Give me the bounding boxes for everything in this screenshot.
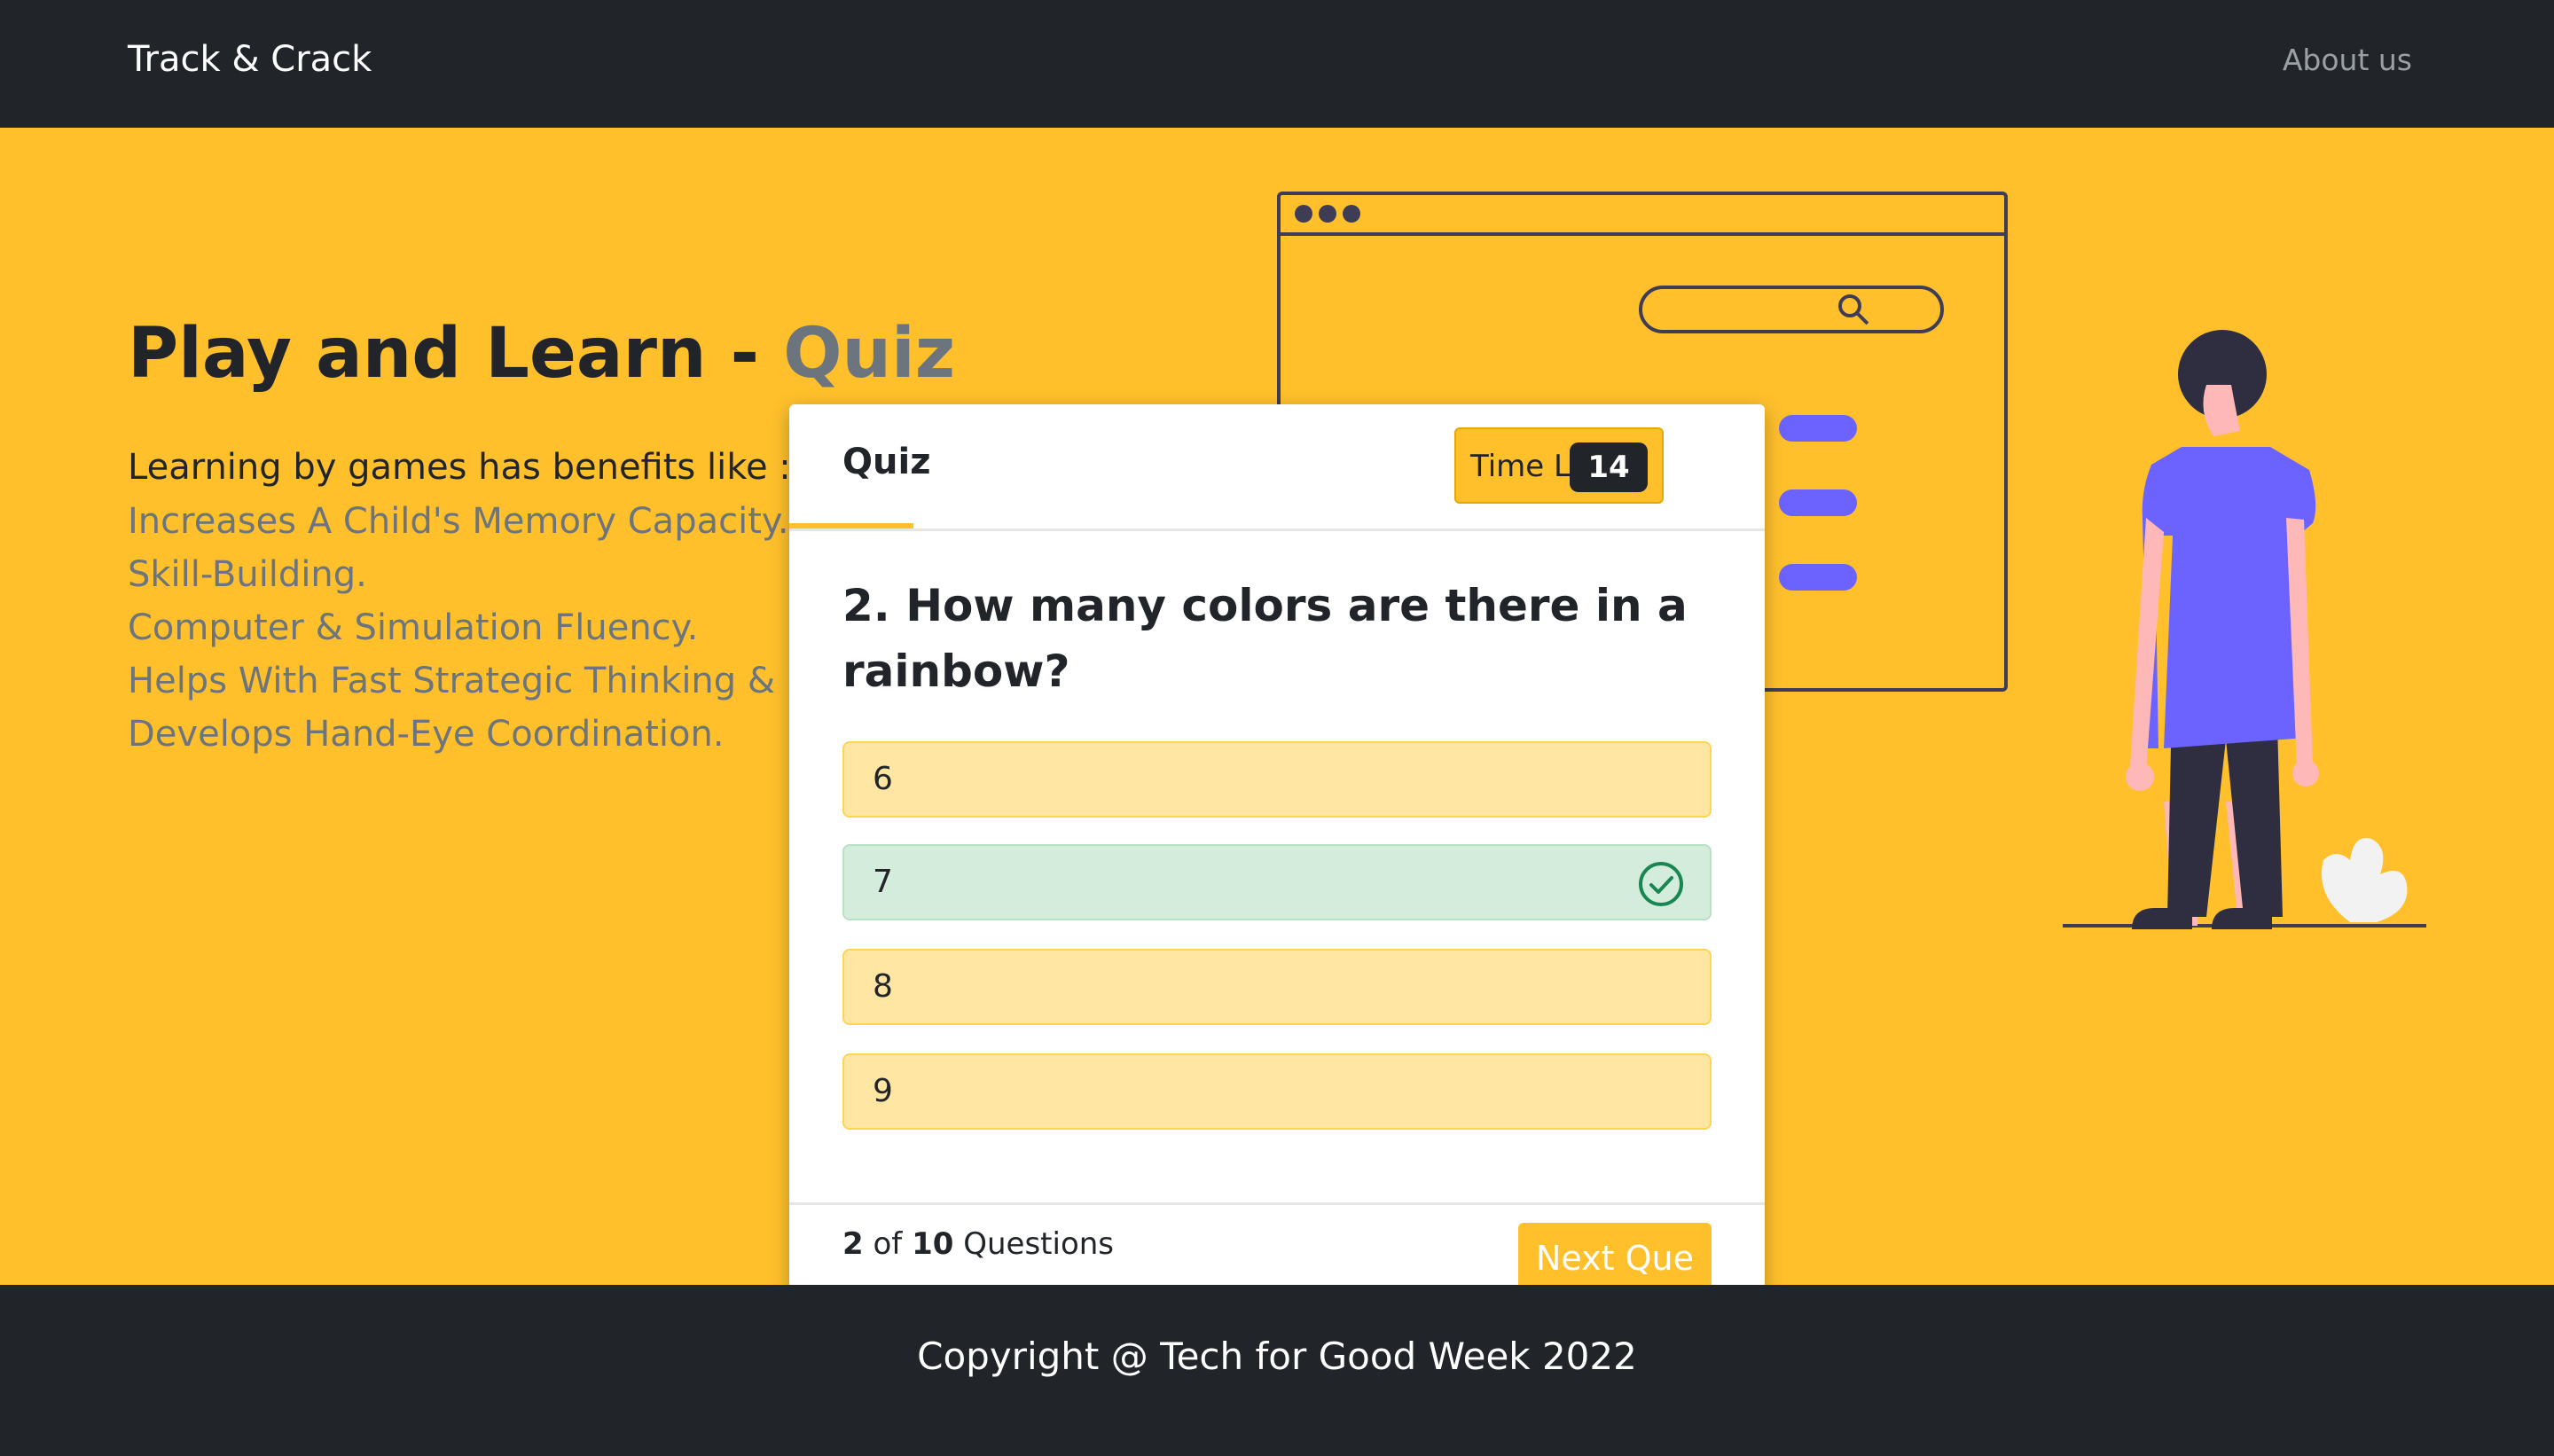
question-progress: 2 of 10 Questions: [842, 1226, 1114, 1262]
time-left-badge: Time Left 14: [1454, 427, 1664, 504]
page-footer: Copyright @ Tech for Good Week 2022: [0, 1285, 2554, 1456]
next-question-button[interactable]: Next Que: [1518, 1223, 1712, 1285]
progress-of: of: [873, 1226, 903, 1262]
answer-option[interactable]: 6: [842, 741, 1712, 818]
check-circle-icon: [1639, 862, 1683, 906]
quiz-card-header: Quiz Time Left 14: [789, 404, 1765, 531]
quiz-card: Quiz Time Left 14 2. How many colors are…: [789, 404, 1765, 1285]
active-tab-indicator: [789, 523, 913, 528]
benefits-intro: Learning by games has benefits like :: [128, 447, 791, 488]
answer-option[interactable]: 8: [842, 949, 1712, 1025]
time-left-value: 14: [1570, 442, 1648, 492]
hero-title-accent: Quiz: [783, 314, 956, 394]
answer-option-label: 6: [873, 761, 893, 797]
question-text: 2. How many colors are there in a rainbo…: [842, 580, 1688, 697]
search-icon: [1838, 294, 1869, 325]
answer-option-label: 8: [873, 968, 893, 1005]
brand-logo[interactable]: Track & Crack: [128, 39, 372, 80]
tab-quiz[interactable]: Quiz: [842, 442, 930, 482]
plant-illustration: [2322, 838, 2408, 922]
answer-option[interactable]: 9: [842, 1053, 1712, 1130]
navbar: Track & Crack About us: [0, 0, 2554, 128]
answer-option-correct[interactable]: 7: [842, 844, 1712, 920]
about-us-link[interactable]: About us: [2283, 43, 2412, 77]
answer-option-label: 9: [873, 1073, 893, 1109]
progress-suffix: Questions: [963, 1226, 1115, 1262]
copyright-text: Copyright @ Tech for Good Week 2022: [917, 1335, 1637, 1378]
answer-option-label: 7: [873, 864, 893, 900]
progress-total: 10: [912, 1226, 954, 1262]
hero-title: Play and Learn - Quiz: [128, 314, 955, 394]
hero-title-main: Play and Learn -: [128, 314, 784, 394]
quiz-card-footer: 2 of 10 Questions Next Que: [789, 1202, 1765, 1285]
progress-current: 2: [842, 1226, 864, 1262]
hero-section: Play and Learn - Quiz Learning by games …: [0, 128, 2554, 1285]
